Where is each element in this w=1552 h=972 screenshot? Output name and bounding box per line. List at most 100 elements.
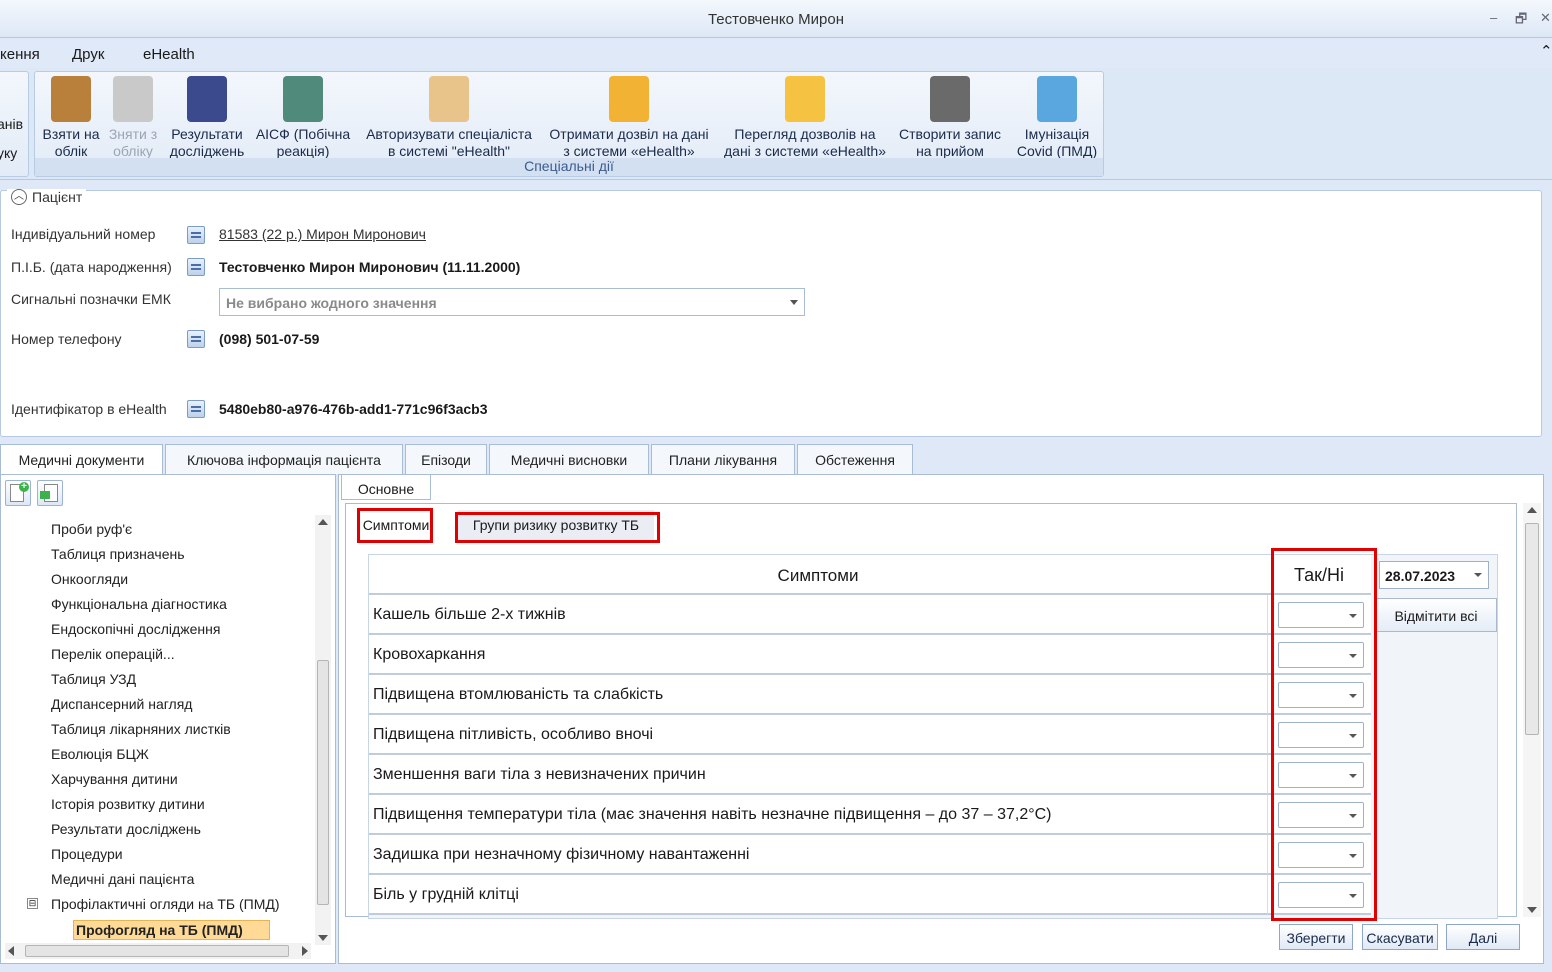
signal-marks-value: Не вибрано жодного значення: [226, 295, 437, 311]
tree-item[interactable]: Харчування дитини: [51, 771, 178, 787]
scroll-thumb[interactable]: [25, 945, 289, 957]
save-button[interactable]: Зберегти: [1279, 924, 1353, 950]
patient-legend: ︿ Пацієнт: [7, 189, 87, 205]
signal-marks-label: Сигнальні позначки ЕМК: [11, 291, 171, 307]
tab-key-info[interactable]: Ключова інформація пацієнта: [165, 444, 403, 474]
tab-examinations[interactable]: Обстеження: [797, 444, 913, 474]
ribbon-button[interactable]: Результати досліджень: [165, 76, 249, 160]
form-panel: Основне Симптоми Групи ризику розвитку Т…: [338, 474, 1544, 964]
symptom-row: Підвищена втомлюваність та слабкість: [369, 675, 1267, 715]
book-add-icon: [51, 76, 91, 122]
name-label: П.І.Б. (дата народження): [11, 259, 172, 275]
form-vertical-scrollbar[interactable]: [1523, 503, 1541, 917]
signal-marks-combo[interactable]: Не вибрано жодного значення: [219, 288, 805, 316]
highlight-box: [1271, 548, 1377, 921]
tb-screening-form: Симптоми Групи ризику розвитку ТБ Симпто…: [345, 503, 1517, 921]
ribbon-button-label: Авторизувати спеціаліста: [366, 126, 532, 142]
cancel-button[interactable]: Скасувати: [1362, 924, 1438, 950]
patient-name: Тестовченко Мирон Миронович (11.11.2000): [219, 259, 521, 275]
tree-item[interactable]: Процедури: [51, 846, 123, 862]
ribbon-button-label: Взяти на: [42, 126, 100, 142]
tab-episodes[interactable]: Епізоди: [405, 444, 487, 474]
tree-item[interactable]: Таблиця призначень: [51, 546, 185, 562]
scroll-thumb[interactable]: [1525, 523, 1539, 735]
card-icon[interactable]: [187, 330, 205, 348]
tree-item[interactable]: Медичні дані пацієнта: [51, 871, 194, 887]
ribbon-partial-label[interactable]: анів: [0, 110, 23, 139]
close-button[interactable]: ✕: [1540, 10, 1551, 26]
ribbon-button[interactable]: Авторизувати спеціаліста в системі "eHeal…: [361, 76, 537, 160]
import-document-icon[interactable]: [37, 480, 63, 506]
tree-item-selected[interactable]: Профогляд на ТБ (ПМД): [73, 920, 270, 940]
folder-unlock-icon: [609, 76, 649, 122]
ribbon-button[interactable]: Зняти з обліку: [105, 76, 161, 160]
ribbon-button[interactable]: Імунізація Covid (ПМД): [1011, 76, 1103, 160]
ribbon: анів уку Взяти на облік Зняти з обліку Резул…: [0, 68, 1552, 180]
restore-button[interactable]: 🗗: [1515, 10, 1527, 32]
symptom-row: Підвищена пітливість, особливо вночі: [369, 715, 1267, 755]
menu-item-partial[interactable]: кення: [0, 46, 40, 63]
ribbon-button-label: Перегляд дозволів на: [734, 126, 876, 142]
tree-item[interactable]: Онкоогляди: [51, 571, 128, 587]
collapse-node-icon[interactable]: ⊟: [27, 898, 38, 909]
ribbon-group-partial: анів уку: [0, 71, 29, 177]
ribbon-button[interactable]: Взяти на облік: [39, 76, 103, 160]
card-icon[interactable]: [187, 258, 205, 276]
menu-bar: кення Друк eHealth ⌃: [0, 38, 1552, 68]
symptom-row: Зменшення ваги тіла з невизначених причи…: [369, 755, 1267, 795]
tree-item[interactable]: Проби руф'є: [51, 521, 132, 537]
ehealth-id-label: Ідентифікатор в eHealth: [11, 401, 167, 417]
tree-horizontal-scrollbar[interactable]: [5, 943, 311, 959]
next-button[interactable]: Далі: [1446, 924, 1520, 950]
chevron-down-icon: [790, 300, 798, 305]
emblem-icon: [283, 76, 323, 122]
tab-treatment-plans[interactable]: Плани лікування: [651, 444, 795, 474]
tree-item[interactable]: Перелік операцій...: [51, 646, 175, 662]
tab-medical-documents[interactable]: Медичні документи: [0, 444, 163, 475]
phone-label: Номер телефону: [11, 331, 122, 347]
menu-item-print[interactable]: Друк: [72, 46, 104, 63]
patient-panel: ︿ Пацієнт Індивідуальний номер 81583 (22…: [0, 189, 1542, 437]
symptom-row: Кровохаркання: [369, 635, 1267, 675]
tab-medical-conclusions[interactable]: Медичні висновки: [489, 444, 649, 474]
ribbon-partial-label[interactable]: уку: [0, 139, 23, 168]
tree-item[interactable]: Результати досліджень: [51, 821, 201, 837]
tree-item[interactable]: Еволюція БЦЖ: [51, 746, 149, 762]
ribbon-button[interactable]: Отримати дозвіл на дані з системи «eHealt…: [543, 76, 715, 160]
ribbon-button[interactable]: Створити запис на прийом: [895, 76, 1005, 160]
column-header-symptoms: Симптоми: [369, 555, 1267, 595]
tree-item[interactable]: Ендоскопічні дослідження: [51, 621, 220, 637]
symptom-row: Кашель більше 2-х тижнів: [369, 595, 1267, 635]
menu-item-ehealth[interactable]: eHealth: [143, 46, 195, 63]
scroll-thumb[interactable]: [317, 660, 329, 905]
card-icon[interactable]: [187, 400, 205, 418]
symptom-row: Підвищення температури тіла (має значенн…: [369, 795, 1267, 835]
window-title: Тестовченко Мирон: [707, 11, 845, 28]
ribbon-group-special: Взяти на облік Зняти з обліку Результати досл…: [34, 71, 1104, 177]
lungs-icon: [187, 76, 227, 122]
patient-legend-label: Пацієнт: [32, 189, 83, 205]
mark-all-button[interactable]: Відмітити всі: [1375, 598, 1497, 632]
tab-main[interactable]: Основне: [341, 475, 431, 500]
ribbon-button-label: Отримати дозвіл на дані: [549, 126, 709, 142]
ribbon-button[interactable]: Перегляд дозволів на дані з системи «eHea…: [717, 76, 893, 160]
tree-item[interactable]: Диспансерний нагляд: [51, 696, 192, 712]
folder-lock-icon: [785, 76, 825, 122]
minimize-button[interactable]: –: [1490, 10, 1497, 25]
tree-item[interactable]: Профілактичні огляди на ТБ (ПМД): [51, 896, 280, 912]
tree-item[interactable]: Історія розвитку дитини: [51, 796, 205, 812]
ehealth-id-value: 5480eb80-a976-476b-add1-771c96f3acb3: [219, 401, 488, 417]
collapse-up-icon[interactable]: ︿: [11, 189, 27, 205]
ribbon-button-label: Зняти з: [108, 126, 158, 142]
add-document-icon[interactable]: +: [5, 480, 31, 506]
tree-item[interactable]: Таблиця лікарняних листків: [51, 721, 231, 737]
date-picker[interactable]: 28.07.2023: [1379, 561, 1489, 589]
tree-vertical-scrollbar[interactable]: [315, 515, 331, 945]
symptom-row: Біль у грудній клітці: [369, 875, 1267, 915]
ribbon-collapse-icon[interactable]: ⌃: [1540, 42, 1552, 60]
card-icon[interactable]: [187, 226, 205, 244]
individual-number-link[interactable]: 81583 (22 р.) Мирон Миронович: [219, 226, 426, 242]
tree-item[interactable]: Функціональна діагностика: [51, 596, 227, 612]
ribbon-button[interactable]: АІСФ (Побічна реакція): [251, 76, 355, 160]
tree-item[interactable]: Таблиця УЗД: [51, 671, 136, 687]
